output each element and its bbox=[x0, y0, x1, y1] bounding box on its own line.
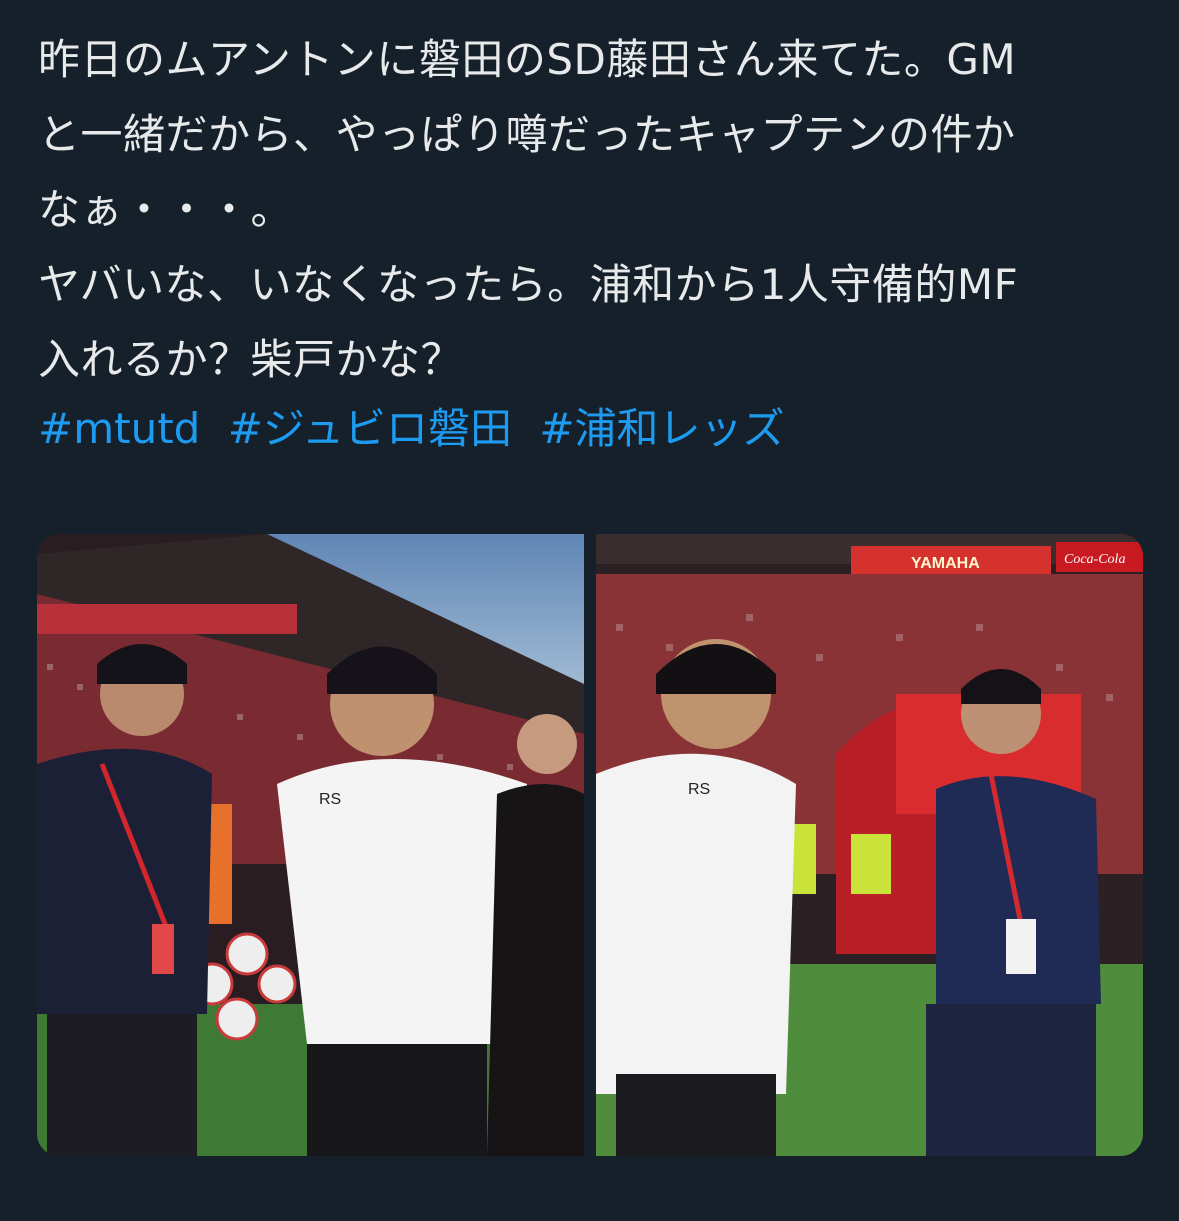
photo-1[interactable]: RS bbox=[37, 534, 584, 1156]
photo-2-banner-yamaha: YAMAHA bbox=[911, 555, 980, 572]
photo-2[interactable]: YAMAHA Coca-Cola RS bbox=[596, 534, 1143, 1156]
photo-1-shirt-text: RS bbox=[319, 791, 341, 808]
hashtag-mtutd[interactable]: #mtutd bbox=[38, 404, 200, 453]
hashtag-row: #mtutd #ジュビロ磐田 #浦和レッズ bbox=[38, 398, 799, 460]
hashtag-urawa-reds[interactable]: #浦和レッズ bbox=[539, 404, 784, 453]
photo-1-image: RS bbox=[37, 534, 584, 1156]
photo-2-banner-cocacola: Coca-Cola bbox=[1064, 552, 1125, 567]
photo-2-shirt-text: RS bbox=[688, 781, 710, 798]
media-grid: RS YAMAHA Coca-Cola RS bbox=[37, 534, 1143, 1156]
photo-2-image: YAMAHA Coca-Cola RS bbox=[596, 534, 1143, 1156]
hashtag-jubilo-iwata[interactable]: #ジュビロ磐田 bbox=[228, 404, 512, 453]
tweet-text: 昨日のムアントンに磐田のSD藤田さん来てた。GM と一緒だから、やっぱり噂だった… bbox=[38, 35, 1019, 384]
